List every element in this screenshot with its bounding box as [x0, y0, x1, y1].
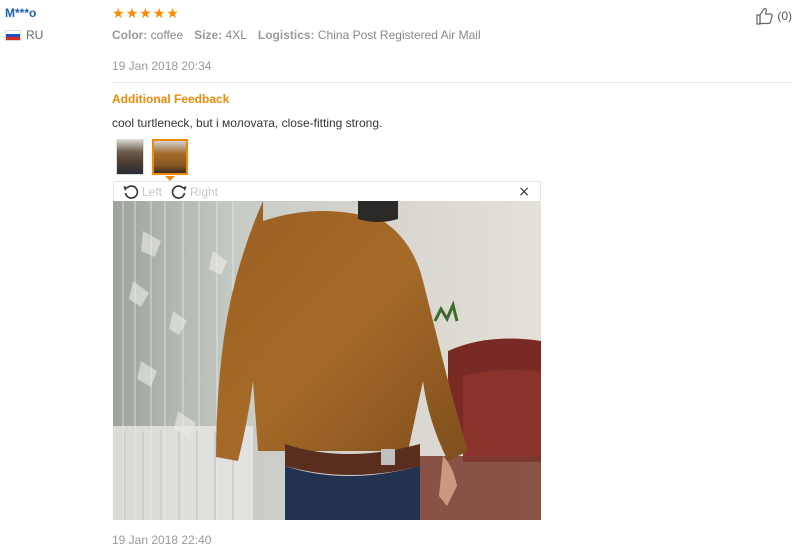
star-icon: ★ — [139, 6, 152, 22]
attr-logistics-value: China Post Registered Air Mail — [317, 28, 481, 42]
reviewer-name[interactable]: M***o — [5, 6, 105, 20]
thumbs-up-icon — [756, 8, 773, 25]
star-icon: ★ — [125, 6, 139, 22]
divider — [112, 82, 792, 83]
star-rating: ★ ★ ★ ★ ★ — [112, 6, 792, 22]
rotate-left-button[interactable]: Left — [122, 183, 162, 201]
feedback-thumbnail[interactable] — [116, 139, 144, 175]
feedback-thumbnail-selected[interactable] — [152, 139, 188, 175]
helpful-button[interactable]: (0) — [755, 6, 792, 26]
star-icon: ★ — [112, 6, 125, 22]
russia-flag-icon — [5, 29, 21, 41]
additional-feedback-title: Additional Feedback — [112, 92, 230, 106]
attr-color: Color: coffee — [112, 28, 183, 42]
feedback-photo — [113, 201, 541, 520]
country-code: RU — [26, 28, 44, 42]
feedback-date: 19 Jan 2018 22:40 — [112, 533, 212, 546]
attr-color-value: coffee — [150, 28, 184, 42]
review-date: 19 Jan 2018 20:34 — [112, 59, 212, 73]
rotate-left-label: Left — [142, 185, 163, 199]
rotate-left-icon — [123, 185, 139, 199]
attr-color-label: Color: — [112, 28, 148, 42]
reviewer-country: RU — [5, 28, 105, 42]
attr-size: Size: 4XL — [194, 28, 247, 42]
close-icon[interactable]: × — [518, 184, 530, 200]
attr-logistics: Logistics: China Post Registered Air Mai… — [258, 28, 481, 42]
attr-size-value: 4XL — [225, 28, 247, 42]
order-attributes: Color: coffee Size: 4XL Logistics: China… — [112, 28, 792, 42]
attr-logistics-label: Logistics: — [257, 28, 315, 42]
photo-illustration — [113, 201, 541, 520]
rotate-right-icon — [171, 185, 187, 199]
helpful-count: (0) — [777, 9, 792, 23]
attr-size-label: Size: — [194, 28, 223, 42]
image-viewer-toolbar: Left Right × — [113, 181, 541, 201]
star-icon: ★ — [166, 6, 179, 22]
rotate-right-label: Right — [190, 185, 219, 199]
reviewer-panel: M***o RU — [5, 6, 105, 42]
rotate-right-button[interactable]: Right — [170, 183, 218, 201]
additional-feedback-text: cool turtleneck, but i молоvата, close-f… — [112, 116, 383, 130]
review-main: ★ ★ ★ ★ ★ Color: coffee Size: 4XL Logist… — [112, 6, 792, 42]
star-icon: ★ — [152, 6, 166, 22]
